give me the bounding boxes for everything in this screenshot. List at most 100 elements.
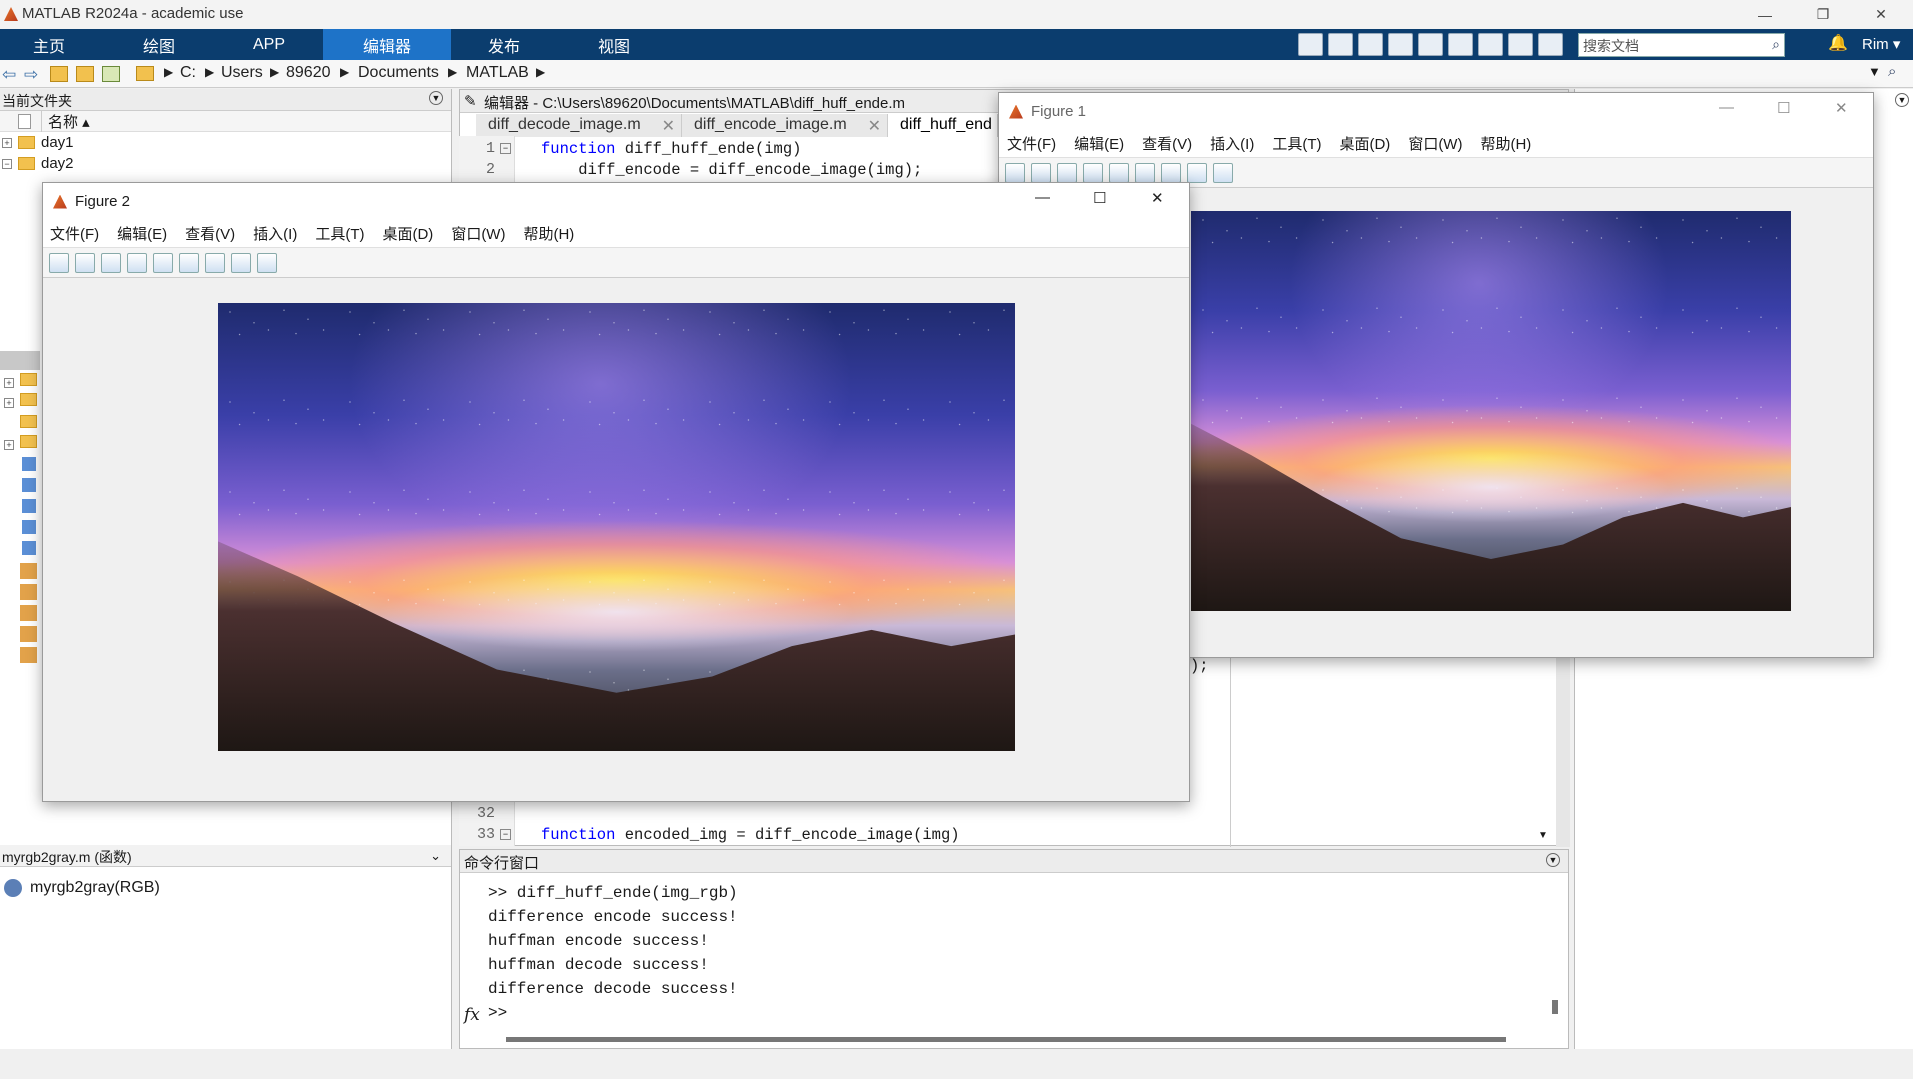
forward-icon[interactable]: ⇨ [24,65,38,85]
maximize-icon[interactable]: ☐ [1093,189,1106,207]
close-tab-icon[interactable]: ✕ [868,116,881,136]
menu-insert[interactable]: 插入(I) [253,223,297,244]
command-prompt[interactable]: >> [488,1004,738,1028]
tab-diff-huff-ende[interactable]: diff_huff_end [888,114,998,137]
maximize-icon[interactable]: ☐ [1777,99,1790,117]
property-editor-icon[interactable] [257,252,277,273]
figure-2-image[interactable] [218,303,1015,751]
tab-publish[interactable]: 发布 [455,29,553,60]
legend-icon[interactable] [1161,162,1181,183]
path-segment-user-id[interactable]: 89620 [286,64,331,82]
expand-icon[interactable]: + [4,378,14,388]
fx-icon[interactable]: fx [464,1005,480,1025]
menu-file[interactable]: 文件(F) [1007,133,1056,154]
tab-diff-decode-image[interactable]: diff_decode_image.m ✕ [476,114,682,137]
print-icon[interactable] [127,252,147,273]
menu-edit[interactable]: 编辑(E) [1074,133,1124,154]
fold-icon[interactable]: − [500,829,511,840]
close-icon[interactable]: ✕ [1151,189,1164,207]
menu-tools[interactable]: 工具(T) [1272,133,1321,154]
path-segment-drive[interactable]: C: [180,64,196,82]
notification-bell-icon[interactable]: 🔔 [1828,33,1848,53]
tab-home[interactable]: 主页 [0,29,98,60]
minimize-icon[interactable]: — [1736,0,1794,29]
menu-view[interactable]: 查看(V) [1142,133,1192,154]
pointer-icon[interactable] [231,252,251,273]
close-icon[interactable]: ✕ [1835,99,1848,117]
tab-editor[interactable]: 编辑器 [323,29,451,60]
find-files-icon[interactable] [102,66,120,82]
menu-insert[interactable]: 插入(I) [1210,133,1254,154]
tab-view[interactable]: 视图 [565,29,663,60]
figure-1-image[interactable] [1191,211,1791,611]
open-file-icon[interactable] [75,252,95,273]
path-segment-documents[interactable]: Documents [358,64,439,82]
menu-desktop[interactable]: 桌面(D) [1339,133,1390,154]
expand-icon[interactable]: + [4,440,14,450]
paste-icon[interactable] [1388,33,1413,56]
column-name-header[interactable]: 名称 ▴ [41,110,90,132]
restore-icon[interactable]: ❐ [1794,0,1852,29]
print-icon[interactable] [1083,162,1103,183]
menu-view[interactable]: 查看(V) [185,223,235,244]
expand-icon[interactable]: + [2,137,12,148]
search-icon[interactable]: ⌕ [1772,36,1780,53]
menu-tools[interactable]: 工具(T) [315,223,364,244]
chevron-down-icon[interactable]: ⌄ [430,848,441,864]
property-editor-icon[interactable] [1213,162,1233,183]
browse-folder-icon[interactable] [76,66,94,82]
menu-desktop[interactable]: 桌面(D) [382,223,433,244]
undo-icon[interactable] [1418,33,1443,56]
fold-icon[interactable]: − [500,143,511,154]
colorbar-icon[interactable] [179,252,199,273]
address-dropdown-icon[interactable]: ▼ [1868,64,1881,79]
menu-edit[interactable]: 编辑(E) [117,223,167,244]
new-figure-icon[interactable] [1005,162,1025,183]
tab-diff-encode-image[interactable]: diff_encode_image.m ✕ [682,114,888,137]
menu-help[interactable]: 帮助(H) [523,223,574,244]
legend-icon[interactable] [205,252,225,273]
pointer-icon[interactable] [1187,162,1207,183]
panel-actions-icon[interactable]: ▼ [1546,853,1560,867]
options-icon[interactable] [1538,33,1563,56]
redo-icon[interactable] [1448,33,1473,56]
panel-actions-icon[interactable]: ▼ [429,91,443,105]
user-menu[interactable]: Rim ▾ [1862,35,1900,53]
command-window[interactable]: 命令行窗口 ▼ >> diff_huff_ende(img_rgb) diffe… [459,849,1569,1049]
search-documentation-input[interactable]: 搜索文档 ⌕ [1578,33,1785,57]
close-tab-icon[interactable]: ✕ [662,116,675,136]
save-icon[interactable] [1057,162,1077,183]
scroll-down-icon[interactable]: ▼ [1538,830,1548,841]
path-segment-users[interactable]: Users [221,64,263,82]
save-icon[interactable] [1298,33,1323,56]
minimize-icon[interactable]: — [1035,189,1050,206]
menu-file[interactable]: 文件(F) [50,223,99,244]
up-folder-icon[interactable] [50,66,68,82]
path-segment-matlab[interactable]: MATLAB [466,64,529,82]
folder-row-day1[interactable]: + day1 [0,132,451,153]
address-search-icon[interactable]: ⌕ [1888,63,1896,80]
menu-window[interactable]: 窗口(W) [1408,133,1462,154]
link-plot-icon[interactable] [153,252,173,273]
command-vscroll-thumb[interactable] [1552,1000,1558,1014]
new-figure-icon[interactable] [49,252,69,273]
collapse-icon[interactable]: − [2,158,12,169]
cut-icon[interactable] [1328,33,1353,56]
copy-icon[interactable] [1358,33,1383,56]
colorbar-icon[interactable] [1135,162,1155,183]
open-file-icon[interactable] [1031,162,1051,183]
help-icon[interactable] [1508,33,1533,56]
tab-plots[interactable]: 绘图 [110,29,208,60]
menu-window[interactable]: 窗口(W) [451,223,505,244]
switch-windows-icon[interactable] [1478,33,1503,56]
back-icon[interactable]: ⇦ [2,65,16,85]
close-icon[interactable]: ✕ [1852,0,1910,29]
command-hscroll-thumb[interactable] [506,1037,1506,1042]
tab-apps[interactable]: APP [220,29,318,60]
menu-help[interactable]: 帮助(H) [1480,133,1531,154]
minimize-icon[interactable]: — [1719,99,1734,116]
expand-icon[interactable]: + [4,398,14,408]
link-plot-icon[interactable] [1109,162,1129,183]
panel-actions-icon[interactable]: ▼ [1895,93,1909,107]
save-icon[interactable] [101,252,121,273]
